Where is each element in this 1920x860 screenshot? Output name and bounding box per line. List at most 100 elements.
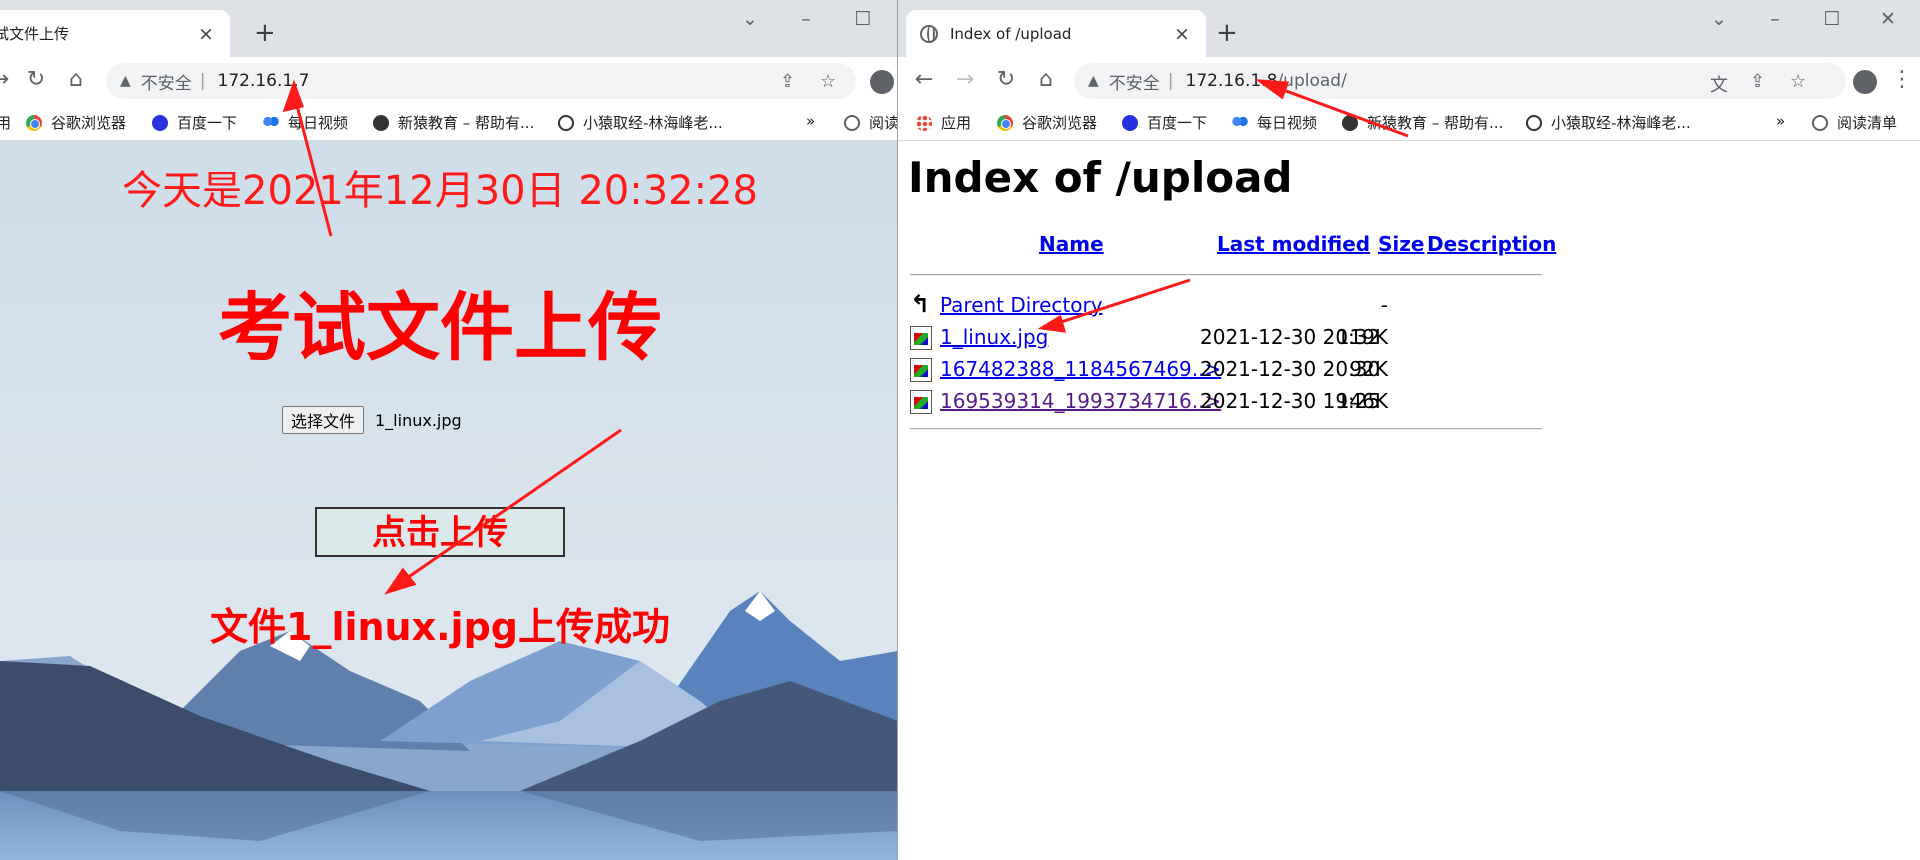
close-tab-icon[interactable]: ×: [1172, 23, 1192, 45]
address-bar[interactable]: ▲ 不安全 | 172.16.1.7 ⇪ ☆: [106, 63, 856, 99]
bookmark-star-icon[interactable]: ☆: [1790, 71, 1806, 92]
separator: |: [199, 71, 206, 91]
file-size: 92K: [1349, 357, 1388, 381]
bookmark-xinyuan[interactable]: 新猿教育 – 帮助有...: [373, 112, 534, 133]
reload-icon[interactable]: ↻: [22, 67, 50, 92]
bookmark-daily-video[interactable]: 每日视频: [1232, 112, 1317, 133]
url-host: 172.16.1.8: [1185, 71, 1278, 91]
not-secure-label: 不安全: [1108, 73, 1160, 94]
page-icon: [558, 114, 574, 131]
bookmark-xinyuan[interactable]: 新猿教育 – 帮助有...: [1342, 112, 1503, 133]
bookmark-chrome[interactable]: 谷歌浏览器: [997, 112, 1097, 133]
maximize-icon[interactable]: ☐: [1812, 8, 1852, 30]
upload-success-message: 文件1_linux.jpg上传成功: [210, 605, 670, 649]
home-icon[interactable]: ⌂: [1032, 67, 1060, 92]
separator: |: [1167, 71, 1174, 91]
not-secure-label: 不安全: [140, 73, 192, 94]
reading-list-icon: [844, 114, 860, 131]
video-icon: [1232, 114, 1248, 131]
minimize-icon[interactable]: –: [1755, 8, 1795, 30]
bookmark-xiaoyuan[interactable]: 小猿取经-林海峰老...: [1526, 112, 1691, 133]
warning-icon: ▲: [1088, 73, 1099, 89]
bookmarks-bar: 用 谷歌浏览器 百度一下 每日视频 新猿教育 – 帮助有... 小猿取经-林海峰…: [0, 105, 897, 141]
image-file-icon: [910, 326, 932, 350]
image-file-icon: [910, 358, 932, 382]
bookmark-apps[interactable]: 用: [0, 112, 11, 133]
profile-avatar-icon[interactable]: [870, 70, 894, 94]
tab-search-icon[interactable]: ⌄: [1699, 8, 1739, 30]
baidu-paw-icon: [1122, 114, 1138, 131]
page-icon: [1526, 114, 1542, 131]
url-path: /upload/: [1277, 71, 1347, 91]
parent-directory-link[interactable]: Parent Directory: [940, 293, 1103, 317]
tab-upload-page[interactable]: 试文件上传 ×: [0, 10, 230, 57]
back-icon[interactable]: ←: [910, 67, 938, 92]
file-link[interactable]: 1_linux.jpg: [940, 325, 1048, 349]
file-link[interactable]: 169539314_1993734716..>: [940, 389, 1221, 413]
bookmarks-overflow[interactable]: »: [806, 112, 815, 130]
ape-logo-icon: [1342, 114, 1358, 131]
home-icon[interactable]: ⌂: [62, 67, 90, 92]
reading-list[interactable]: 阅读清单: [1812, 112, 1897, 133]
bookmark-baidu[interactable]: 百度一下: [1122, 112, 1207, 133]
bookmark-star-icon[interactable]: ☆: [820, 71, 836, 92]
column-size-header[interactable]: Size: [1378, 232, 1424, 256]
column-description-header[interactable]: Description: [1427, 232, 1556, 256]
profile-avatar-icon[interactable]: [1853, 70, 1877, 94]
current-datetime: 今天是2021年12月30日 20:32:28: [122, 168, 758, 214]
image-file-icon: [910, 390, 932, 414]
chosen-file-name: 1_linux.jpg: [375, 411, 462, 430]
forward-icon[interactable]: →: [951, 67, 979, 92]
translate-icon[interactable]: 文: [1710, 71, 1728, 97]
menu-icon[interactable]: ⋮: [1888, 67, 1916, 92]
tab-strip: Index of /upload × + ⌄ – ☐ ✕: [898, 0, 1920, 57]
chrome-icon: [26, 114, 42, 131]
apps-grid-icon: [916, 114, 932, 131]
upload-page: 今天是2021年12月30日 20:32:28 考试文件上传 选择文件 1_li…: [0, 141, 897, 860]
bookmark-xiaoyuan[interactable]: 小猿取经-林海峰老...: [558, 112, 723, 133]
tab-title: 试文件上传: [0, 25, 70, 43]
new-tab-icon[interactable]: +: [1216, 20, 1238, 46]
browser-toolbar: → ↻ ⌂ ▲ 不安全 | 172.16.1.7 ⇪ ☆: [0, 57, 897, 105]
ape-logo-icon: [373, 114, 389, 131]
tab-index-upload[interactable]: Index of /upload ×: [906, 10, 1206, 57]
reading-list[interactable]: 阅读: [844, 112, 897, 133]
column-name-header[interactable]: Name: [1039, 232, 1104, 256]
tab-strip: 试文件上传 × + ⌄ – ☐: [0, 0, 897, 57]
bookmarks-overflow[interactable]: »: [1776, 112, 1785, 130]
warning-icon: ▲: [120, 73, 131, 89]
share-icon[interactable]: ⇪: [780, 71, 795, 92]
index-heading: Index of /upload: [908, 153, 1293, 202]
bookmark-baidu[interactable]: 百度一下: [152, 112, 237, 133]
tab-search-icon[interactable]: ⌄: [730, 8, 770, 30]
forward-icon[interactable]: →: [0, 67, 14, 92]
new-tab-icon[interactable]: +: [254, 20, 276, 46]
close-tab-icon[interactable]: ×: [196, 23, 216, 45]
share-icon[interactable]: ⇪: [1750, 71, 1765, 92]
directory-index-page: Index of /upload Name Last modified Size…: [898, 141, 1920, 860]
close-window-icon[interactable]: ✕: [1868, 8, 1908, 30]
maximize-icon[interactable]: ☐: [843, 8, 883, 30]
reading-list-icon: [1812, 114, 1828, 131]
bookmark-chrome[interactable]: 谷歌浏览器: [26, 112, 126, 133]
column-last-modified-header[interactable]: Last modified: [1217, 232, 1370, 256]
right-browser-window: Index of /upload × + ⌄ – ☐ ✕ ← → ↻ ⌂ ▲ 不…: [898, 0, 1920, 860]
divider: [910, 274, 1542, 276]
file-link[interactable]: 167482388_1184567469..>: [940, 357, 1221, 381]
mountain-lake-background: [0, 141, 897, 860]
choose-file-button[interactable]: 选择文件: [282, 406, 365, 434]
minimize-icon[interactable]: –: [786, 8, 826, 30]
file-size: 119K: [1336, 325, 1388, 349]
bookmarks-bar: 应用 谷歌浏览器 百度一下 每日视频 新猿教育 – 帮助有... 小猿取经-林海…: [898, 105, 1920, 141]
reload-icon[interactable]: ↻: [992, 67, 1020, 92]
address-bar[interactable]: ▲ 不安全 | 172.16.1.8/upload/ 文 ⇪ ☆: [1074, 63, 1846, 99]
page-title: 考试文件上传: [218, 285, 662, 371]
divider: [910, 428, 1542, 430]
back-icon: [910, 290, 932, 318]
upload-button[interactable]: 点击上传: [315, 507, 565, 557]
globe-icon: [920, 24, 938, 43]
browser-toolbar: ← → ↻ ⌂ ▲ 不安全 | 172.16.1.8/upload/ 文 ⇪ ☆…: [898, 57, 1920, 105]
bookmark-apps[interactable]: 应用: [916, 112, 971, 133]
tab-title: Index of /upload: [950, 24, 1072, 43]
bookmark-daily-video[interactable]: 每日视频: [263, 112, 348, 133]
